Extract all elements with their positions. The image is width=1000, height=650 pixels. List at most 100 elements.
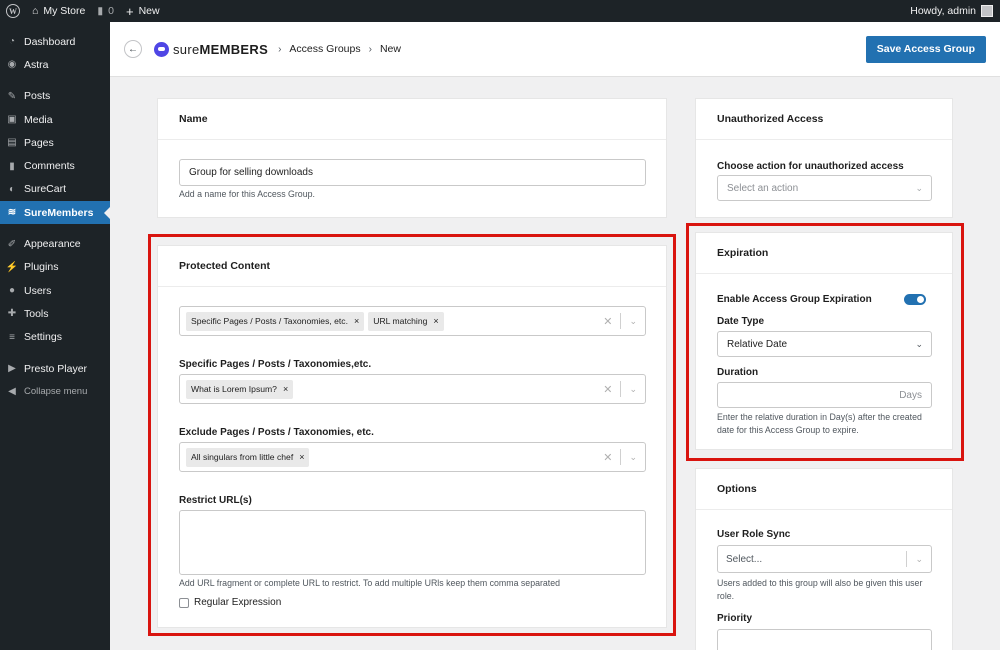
options-panel: Options User Role Sync Select... ⌄ Users…	[695, 468, 953, 650]
remove-chip-icon[interactable]: ×	[433, 316, 438, 326]
priority-input[interactable]	[717, 629, 932, 650]
protected-content-panel: Protected Content Specific Pages / Posts…	[157, 245, 667, 628]
chevron-down-icon[interactable]: ⌄	[621, 384, 645, 395]
sidebar-item-label: Posts	[24, 90, 51, 103]
sidebar-item-label: Pages	[24, 136, 54, 149]
plus-icon: +	[125, 3, 134, 19]
exclude-content-select[interactable]: All singulars from little chef × ✕ ⌄	[179, 442, 646, 472]
pin-icon: ✎	[7, 90, 17, 102]
sidebar-item-label: Settings	[24, 331, 62, 344]
group-name-help: Add a name for this Access Group.	[179, 189, 315, 199]
restrict-url-textarea[interactable]	[179, 510, 646, 575]
clear-icon[interactable]: ✕	[595, 315, 620, 328]
back-button[interactable]: ←	[124, 40, 142, 58]
wordpress-logo[interactable]: W	[0, 0, 26, 22]
sidebar-item-media[interactable]: ▣ Media	[0, 108, 110, 131]
collapse-menu-button[interactable]: ◀ Collapse menu	[0, 380, 110, 403]
arrow-left-icon: ←	[128, 43, 138, 55]
sidebar-item-label: Dashboard	[24, 35, 76, 48]
sidebar-item-astra[interactable]: ◉ Astra	[0, 53, 110, 76]
chevron-down-icon[interactable]: ⌄	[907, 554, 931, 565]
save-access-group-button[interactable]: Save Access Group	[865, 35, 986, 63]
duration-label: Duration	[717, 367, 759, 378]
sidebar-item-label: Tools	[24, 307, 49, 320]
restrict-url-help: Add URL fragment or complete URL to rest…	[179, 578, 561, 588]
sidebar-item-label: Media	[24, 113, 53, 126]
expiration-panel: Expiration Enable Access Group Expiratio…	[695, 232, 953, 450]
protected-content-title: Protected Content	[158, 246, 666, 287]
rule-chip: Specific Pages / Posts / Taxonomies, etc…	[186, 311, 365, 331]
chevron-down-icon[interactable]: ⌄	[621, 452, 645, 463]
duration-input[interactable]: Days	[717, 382, 932, 408]
regular-expression-checkbox[interactable]: Regular Expression	[179, 597, 281, 608]
select-controls: ✕ ⌄	[595, 443, 645, 471]
comments-count: 0	[108, 5, 114, 17]
site-name-link[interactable]: ⌂ My Store	[26, 0, 91, 22]
chevron-right-icon: ›	[278, 43, 282, 55]
date-type-value: Relative Date	[727, 338, 788, 350]
checkbox-box	[179, 597, 189, 608]
group-name-input[interactable]: Group for selling downloads	[179, 159, 646, 186]
enable-expiration-toggle[interactable]	[904, 294, 926, 305]
breadcrumb-access-groups[interactable]: Access Groups	[289, 43, 360, 55]
surecart-icon: ◐	[8, 183, 16, 195]
clear-icon[interactable]: ✕	[595, 383, 620, 396]
suremembers-logo-icon	[154, 41, 169, 57]
breadcrumb-current: New	[379, 43, 401, 55]
comments-link[interactable]: ▮ 0	[91, 0, 120, 22]
comment-icon: ▮	[9, 160, 15, 172]
sidebar-item-suremembers[interactable]: ≋ SureMembers	[0, 201, 110, 225]
sidebar-item-label: Collapse menu	[24, 386, 88, 398]
remove-chip-icon[interactable]: ×	[299, 452, 304, 462]
chevron-down-icon[interactable]: ⌄	[621, 316, 645, 327]
sidebar-item-label: Users	[24, 284, 52, 297]
new-content-link[interactable]: + New	[120, 0, 166, 22]
site-name: My Store	[43, 5, 86, 17]
sidebar-item-label: Comments	[24, 160, 75, 173]
sidebar-item-tools[interactable]: ✚ Tools	[0, 302, 110, 325]
user-role-sync-help: Users added to this group will also be g…	[717, 578, 923, 601]
brush-icon: ✐	[7, 238, 17, 250]
exclude-content-label: Exclude Pages / Posts / Taxonomies, etc.	[179, 427, 374, 438]
specific-content-select[interactable]: What is Lorem Ipsum? × ✕ ⌄	[179, 374, 646, 404]
sidebar-item-label: Astra	[24, 58, 49, 71]
chevron-down-icon: ⌄	[915, 338, 923, 349]
suremembers-icon: ≋	[7, 207, 17, 219]
content-rules-select[interactable]: Specific Pages / Posts / Taxonomies, etc…	[179, 306, 646, 336]
duration-unit: Days	[899, 389, 922, 401]
user-role-sync-label: User Role Sync	[717, 529, 791, 540]
sidebar-item-label: Appearance	[24, 238, 81, 251]
sidebar-item-dashboard[interactable]: ◔ Dashboard	[0, 30, 110, 53]
user-role-sync-select[interactable]: Select... ⌄	[717, 545, 932, 573]
unauthorized-access-panel: Unauthorized Access Choose action for un…	[695, 98, 953, 218]
sidebar-item-comments[interactable]: ▮ Comments	[0, 154, 110, 177]
sidebar-item-appearance[interactable]: ✐ Appearance	[0, 232, 110, 255]
sidebar-item-users[interactable]: ● Users	[0, 279, 110, 302]
restrict-url-label: Restrict URL(s)	[179, 495, 252, 506]
avatar	[981, 5, 993, 17]
sidebar-item-presto-player[interactable]: ▶ Presto Player	[0, 357, 110, 380]
new-label: New	[138, 5, 160, 17]
date-type-select[interactable]: Relative Date ⌄	[717, 331, 932, 357]
sidebar-item-posts[interactable]: ✎ Posts	[0, 85, 110, 108]
sidebar-item-label: SureCart	[24, 183, 67, 196]
sidebar-item-plugins[interactable]: ⚡ Plugins	[0, 256, 110, 279]
account-menu[interactable]: Howdy, admin	[910, 5, 1000, 17]
astra-icon: ◉	[7, 59, 17, 71]
remove-chip-icon[interactable]: ×	[354, 316, 359, 326]
select-controls: ✕ ⌄	[595, 307, 645, 335]
logo-text: sureMEMBERS	[173, 41, 269, 57]
page-header: ← sureMEMBERS › Access Groups › New Save…	[110, 22, 1000, 77]
home-icon: ⌂	[32, 5, 39, 17]
regular-expression-label: Regular Expression	[194, 597, 282, 608]
sidebar-item-label: Presto Player	[24, 362, 88, 375]
specific-content-label: Specific Pages / Posts / Taxonomies,etc.	[179, 359, 372, 370]
sidebar-item-settings[interactable]: ≡ Settings	[0, 326, 110, 349]
unauthorized-action-select[interactable]: Select an action ⌄	[717, 175, 932, 201]
sidebar-item-pages[interactable]: ▤ Pages	[0, 131, 110, 154]
sidebar-item-surecart[interactable]: ◐ SureCart	[0, 178, 110, 201]
clear-icon[interactable]: ✕	[595, 451, 620, 464]
select-controls: ⌄	[906, 546, 931, 572]
howdy-text: Howdy, admin	[910, 5, 976, 17]
remove-chip-icon[interactable]: ×	[283, 384, 288, 394]
